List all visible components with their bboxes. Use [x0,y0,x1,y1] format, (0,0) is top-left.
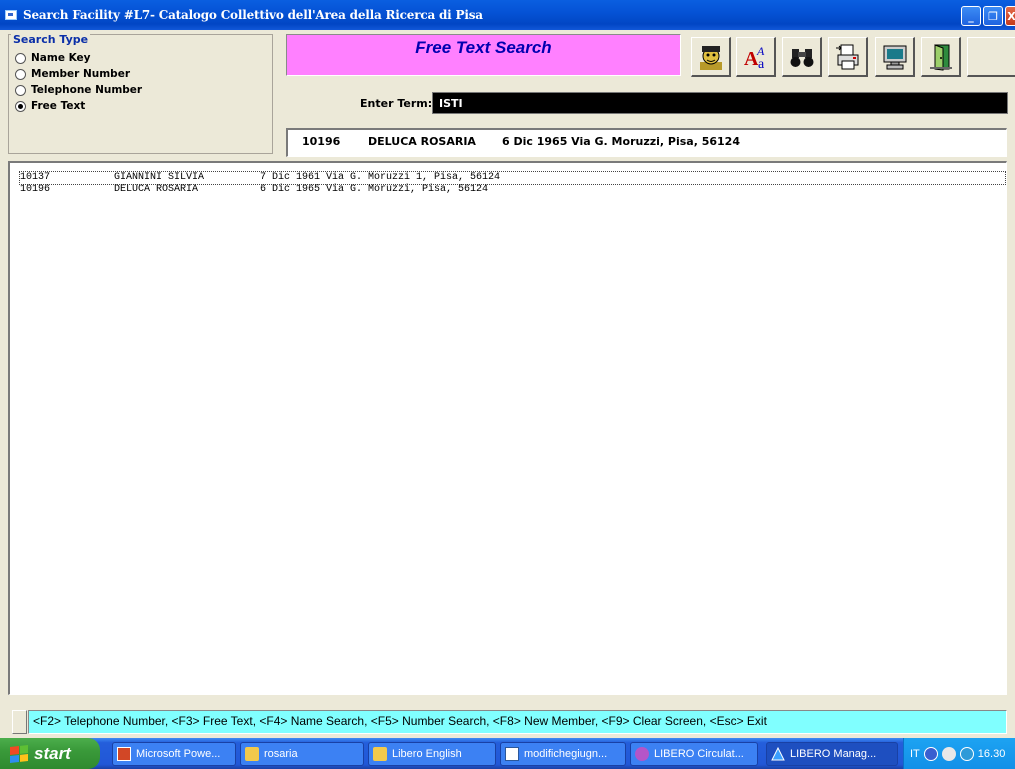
taskbar-item-word-doc[interactable]: modifichegiugn... [500,742,626,766]
member-face-icon [699,45,722,70]
folder-icon [245,747,259,761]
radio-circle[interactable] [15,52,26,64]
radio-circle[interactable] [15,68,26,80]
language-indicator[interactable]: IT [910,748,920,760]
taskbar: start Microsoft Powe... rosaria Libero E… [0,738,1015,769]
libero-manager-icon [771,746,785,761]
word-document-icon [505,747,519,761]
results-list[interactable]: 10137 GIANNINI SILVIA 7 Dic 1961 Via G. … [8,161,1007,695]
clock: 16.30 [977,747,1006,760]
maximize-button[interactable]: ❐ [983,6,1003,26]
selected-record-number: 10196 [302,135,341,148]
task-label: Libero English [392,748,462,760]
task-label: LIBERO Circulat... [654,748,744,760]
start-label: start [34,743,71,763]
selected-record-name: DELUCA ROSARIA [368,135,476,148]
member-details: 7 Dic 1961 Via G. Moruzzi 1, Pisa, 56124 [260,172,501,183]
svg-text:A: A [756,44,765,58]
radio-label: Name Key [31,52,91,64]
taskbar-item-powerpoint[interactable]: Microsoft Powe... [112,742,236,766]
monitor-icon [883,45,906,69]
member-details: 6 Dic 1965 Via G. Moruzzi, Pisa, 56124 [260,184,489,195]
task-label: rosaria [264,748,298,760]
app-icon [5,10,17,20]
window-title: Search Facility #L7- Catalogo Collettivo… [23,8,483,22]
display-button[interactable] [875,37,915,77]
minimize-button[interactable]: _ [961,6,981,26]
taskbar-item-libero-circulation[interactable]: LIBERO Circulat... [630,742,758,766]
powerpoint-icon [117,747,131,761]
exit-button[interactable] [921,37,961,77]
task-label: LIBERO Manag... [790,748,877,760]
list-item[interactable]: 10196 DELUCA ROSARIA 6 Dic 1965 Via G. M… [20,184,1005,196]
binoculars-icon [790,48,813,67]
enter-term-label: Enter Term: [360,97,433,110]
radio-circle-selected[interactable] [15,100,26,112]
task-label: modifichegiugn... [524,748,608,760]
svg-text:a: a [758,57,765,71]
radio-label: Free Text [31,100,86,112]
list-item[interactable]: 10137 GIANNINI SILVIA 7 Dic 1961 Via G. … [19,171,1006,185]
radio-label: Member Number [31,68,131,80]
radio-circle[interactable] [15,84,26,96]
radio-name-key[interactable]: Name Key [15,52,91,64]
member-number: 10137 [20,172,51,183]
radio-label: Telephone Number [31,84,143,96]
search-type-legend: Search Type [11,33,91,46]
task-label: Microsoft Powe... [136,748,221,760]
member-name: GIANNINI SILVIA [114,172,205,183]
search-type-group: Search Type Name Key Member Number Telep… [8,33,273,154]
selected-record: 10196 DELUCA ROSARIA 6 Dic 1965 Via G. M… [286,128,1007,157]
tray-network-icon[interactable] [941,746,956,761]
system-tray: IT 16.30 [903,738,1015,769]
start-button[interactable]: start [0,738,100,769]
search-button[interactable] [782,37,822,77]
member-name: DELUCA ROSARIA [114,184,199,195]
exit-door-icon [929,43,952,71]
title-bar[interactable]: Search Facility #L7- Catalogo Collettivo… [0,0,1015,30]
mode-banner-title: Free Text Search [415,38,552,57]
member-number: 10196 [20,184,51,195]
folder-icon [373,747,387,761]
print-button[interactable] [828,37,868,77]
printer-icon [835,44,858,69]
font-icon: A A a [744,44,765,71]
libero-icon [635,747,649,761]
tray-volume-icon[interactable] [959,746,974,761]
radio-telephone-number[interactable]: Telephone Number [15,84,142,96]
close-button[interactable]: X [1005,6,1015,26]
tray-arrow-icon[interactable] [923,746,938,761]
radio-free-text[interactable]: Free Text [15,100,85,112]
font-button[interactable]: A A a [736,37,776,77]
member-button[interactable] [691,37,731,77]
taskbar-item-libero-management[interactable]: LIBERO Manag... [766,742,898,766]
selected-record-details: 6 Dic 1965 Via G. Moruzzi, Pisa, 56124 [502,135,740,148]
status-bar-shortcuts: <F2> Telephone Number, <F3> Free Text, <… [28,710,1007,734]
mode-banner: Free Text Search [286,34,681,76]
search-term-input[interactable] [432,92,1008,114]
taskbar-item-rosaria[interactable]: rosaria [240,742,364,766]
extra-toolbar-button[interactable] [967,37,1015,77]
taskbar-item-libero-english[interactable]: Libero English [368,742,496,766]
windows-logo-icon [10,744,28,763]
status-bar-handle [12,710,27,734]
radio-member-number[interactable]: Member Number [15,68,130,80]
